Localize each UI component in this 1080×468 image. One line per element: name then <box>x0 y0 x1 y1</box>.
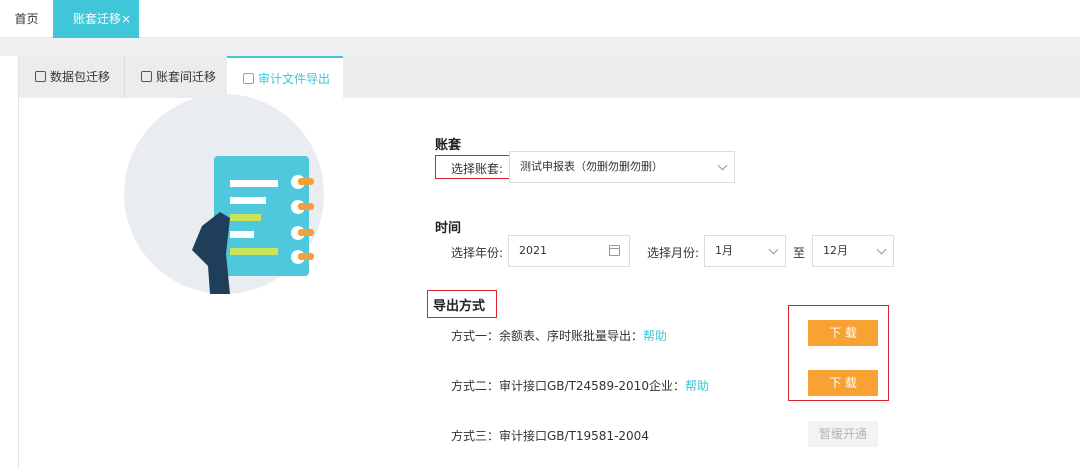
month-to-select[interactable]: 12月 <box>812 235 894 267</box>
tab-data-package-migration[interactable]: 数据包迁移 <box>19 56 124 98</box>
tab-home[interactable]: 首页 <box>0 0 53 38</box>
tab-label: 审计文件导出 <box>258 72 331 86</box>
document-icon <box>243 73 254 84</box>
chevron-down-icon <box>768 244 779 255</box>
export-section-title: 导出方式 <box>433 299 486 314</box>
tab-audit-file-export[interactable]: 审计文件导出 <box>227 56 343 98</box>
help-link[interactable]: 帮助 <box>685 379 709 393</box>
month-from-select[interactable]: 1月 <box>704 235 786 267</box>
tab-inter-account-migration[interactable]: 账套间迁移 <box>124 56 227 98</box>
download-button-1[interactable]: 下 载 <box>808 320 878 346</box>
year-value: 2021 <box>519 244 547 257</box>
account-section-title: 账套 <box>435 138 462 153</box>
account-select-value: 测试申报表（勿删勿删勿删） <box>520 160 663 173</box>
download-button-2[interactable]: 下 载 <box>808 370 878 396</box>
account-label: 选择账套: <box>451 162 504 176</box>
coming-soon-button: 暂缓开通 <box>808 421 878 447</box>
export-method-2: 方式二：审计接口GB/T24589-2010企业：帮助 <box>451 377 709 394</box>
chevron-down-icon <box>876 244 887 255</box>
tab-account-migration-label: 账套迁移 <box>73 12 122 26</box>
top-tab-bar: 首页 账套迁移 × <box>0 0 1080 38</box>
account-select[interactable]: 测试申报表（勿删勿删勿删） <box>509 151 735 183</box>
year-picker[interactable]: 2021 <box>508 235 630 267</box>
tab-label: 数据包迁移 <box>50 70 111 84</box>
notebook-illustration <box>124 94 324 294</box>
tab-label: 账套间迁移 <box>156 70 217 84</box>
export-method-3: 方式三：审计接口GB/T19581-2004 <box>451 429 649 443</box>
month-range-to: 至 <box>793 246 806 260</box>
calendar-icon <box>609 245 620 256</box>
year-label: 选择年份: <box>451 246 504 260</box>
package-icon <box>35 71 46 82</box>
chevron-down-icon <box>717 160 728 171</box>
divider <box>0 38 1080 56</box>
month-label: 选择月份: <box>647 246 700 260</box>
month-to-value: 12月 <box>823 244 848 257</box>
close-icon[interactable]: × <box>121 0 131 38</box>
export-method-1: 方式一：余额表、序时账批量导出：帮助 <box>451 327 667 344</box>
time-section-title: 时间 <box>435 221 462 236</box>
sub-tab-bar: 数据包迁移 账套间迁移 审计文件导出 <box>19 56 1080 98</box>
month-from-value: 1月 <box>715 244 733 257</box>
tab-account-migration[interactable]: 账套迁移 × <box>53 0 139 38</box>
help-link[interactable]: 帮助 <box>643 329 667 343</box>
export-method-1-text: 方式一：余额表、序时账批量导出： <box>451 329 644 343</box>
transfer-icon <box>141 71 152 82</box>
export-method-2-text: 方式二：审计接口GB/T24589-2010企业： <box>451 379 685 393</box>
